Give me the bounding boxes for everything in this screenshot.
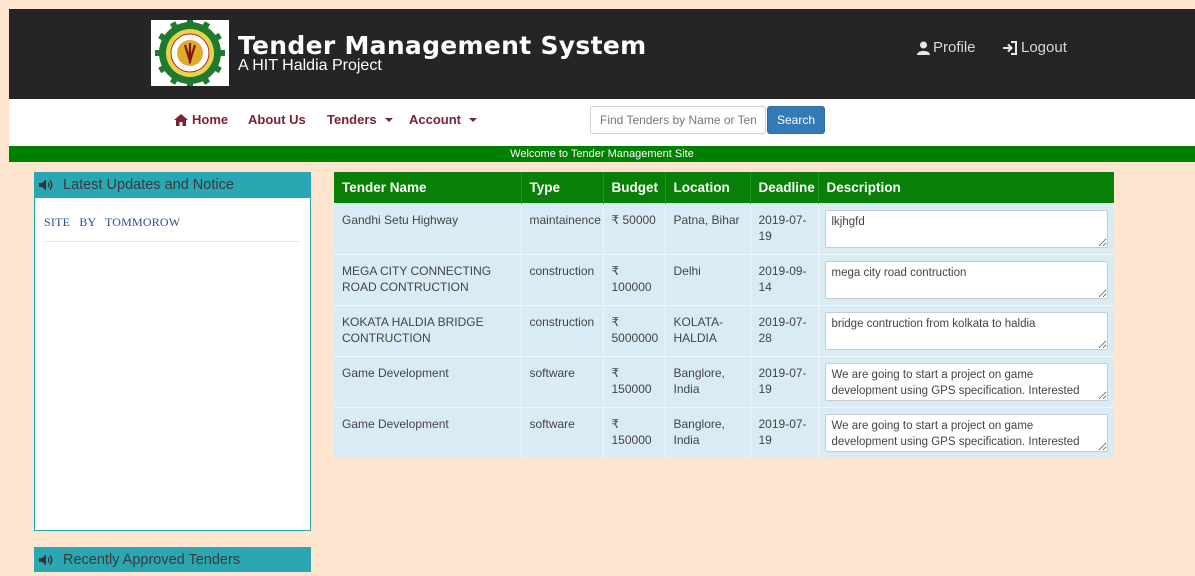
tender-location-cell: Banglore, India — [664, 355, 750, 407]
site-title: Tender Management System — [238, 31, 647, 60]
tender-name-cell: Game Development — [334, 406, 521, 458]
table-row: Gandhi Setu Highway maintainence ₹ 50000… — [334, 202, 1114, 254]
tender-budget-cell: ₹ 150000 — [602, 355, 665, 407]
tender-location-cell: Patna, Bihar — [664, 202, 750, 254]
logout-icon — [1003, 40, 1017, 55]
tender-type-cell: maintainence — [520, 202, 603, 254]
col-header-budget: Budget — [602, 172, 665, 203]
tender-deadline-cell: 2019-07-19 — [749, 406, 818, 458]
description-textarea[interactable]: mega city road contruction — [824, 260, 1108, 299]
col-header-location: Location — [664, 172, 750, 203]
tender-name-cell: KOKATA HALDIA BRIDGE CONTRUCTION — [334, 304, 521, 356]
tender-table: Tender Name Type Budget Location Deadlin… — [334, 172, 1114, 458]
updates-panel-title: Latest Updates and Notice — [63, 176, 234, 193]
tender-budget-cell: ₹ 100000 — [602, 253, 665, 305]
chevron-down-icon — [384, 117, 393, 122]
user-icon — [917, 41, 930, 55]
col-header-tender-name: Tender Name — [334, 172, 521, 203]
approved-panel-header: Recently Approved Tenders — [34, 547, 311, 572]
description-textarea[interactable]: bridge contruction from kolkata to haldi… — [824, 311, 1108, 350]
updates-panel-body: SITE BY TOMMOROW — [34, 197, 311, 531]
col-header-type: Type — [520, 172, 603, 203]
nav-tenders-dropdown[interactable]: Tenders — [327, 112, 393, 127]
nav-tenders-label: Tenders — [327, 112, 377, 127]
table-header-row: Tender Name Type Budget Location Deadlin… — [334, 172, 1114, 203]
tender-location-cell: Banglore, India — [664, 406, 750, 458]
table-row: KOKATA HALDIA BRIDGE CONTRUCTION constru… — [334, 304, 1114, 356]
tender-description-cell: bridge contruction from kolkata to haldi… — [817, 304, 1114, 356]
tender-name-cell: Game Development — [334, 355, 521, 407]
chevron-down-icon — [469, 117, 477, 122]
site-header: Tender Management System A HIT Haldia Pr… — [9, 9, 1195, 99]
updates-panel-header: Latest Updates and Notice — [34, 172, 311, 197]
description-textarea[interactable]: lkjhgfd — [824, 209, 1108, 248]
speaker-icon — [39, 179, 53, 190]
tender-description-cell: mega city road contruction — [817, 253, 1114, 305]
search-input[interactable] — [590, 106, 766, 134]
home-icon — [174, 113, 188, 126]
table-row: Game Development software ₹ 150000 Bangl… — [334, 406, 1114, 458]
tender-description-cell: We are going to start a project on game … — [817, 355, 1114, 407]
tender-name-cell: MEGA CITY CONNECTING ROAD CONTRUCTION — [334, 253, 521, 305]
site-subtitle: A HIT Haldia Project — [238, 57, 382, 74]
tender-budget-cell: ₹ 5000000 — [602, 304, 665, 356]
tender-location-cell: KOLATA-HALDIA — [664, 304, 750, 356]
nav-home-label: Home — [192, 112, 229, 127]
table-row: MEGA CITY CONNECTING ROAD CONTRUCTION co… — [334, 253, 1114, 305]
speaker-icon — [39, 554, 53, 565]
tender-deadline-cell: 2019-09-14 — [749, 253, 818, 305]
nav-account-dropdown[interactable]: Account — [409, 112, 477, 127]
tender-type-cell: construction — [520, 253, 603, 305]
tender-description-cell: We are going to start a project on game … — [817, 406, 1114, 458]
nav-about[interactable]: About Us — [248, 112, 306, 127]
logout-label: Logout — [1021, 39, 1067, 56]
col-header-deadline: Deadline — [749, 172, 818, 203]
nav-about-label: About Us — [248, 112, 306, 127]
col-header-description: Description — [817, 172, 1114, 203]
nav-account-label: Account — [409, 112, 461, 127]
tender-type-cell: software — [520, 355, 603, 407]
tender-name-cell: Gandhi Setu Highway — [334, 202, 521, 254]
description-textarea[interactable]: We are going to start a project on game … — [824, 362, 1108, 401]
approved-panel-title: Recently Approved Tenders — [63, 551, 241, 568]
profile-link[interactable]: Profile — [917, 39, 976, 56]
tender-budget-cell: ₹ 150000 — [602, 406, 665, 458]
tender-deadline-cell: 2019-07-19 — [749, 202, 818, 254]
tender-deadline-cell: 2019-07-28 — [749, 304, 818, 356]
logout-link[interactable]: Logout — [1002, 39, 1067, 56]
tender-description-cell: lkjhgfd — [817, 202, 1114, 254]
search-button[interactable]: Search — [767, 106, 825, 134]
tender-type-cell: software — [520, 406, 603, 458]
tender-type-cell: construction — [520, 304, 603, 356]
tender-location-cell: Delhi — [664, 253, 750, 305]
welcome-banner: Welcome to Tender Management Site — [9, 146, 1195, 162]
nav-home[interactable]: Home — [174, 112, 228, 127]
notice-item: SITE BY TOMMOROW — [44, 215, 301, 242]
tender-deadline-cell: 2019-07-19 — [749, 355, 818, 407]
tender-budget-cell: ₹ 50000 — [602, 202, 665, 254]
profile-label: Profile — [933, 39, 976, 56]
college-seal-logo — [151, 20, 229, 86]
main-nav: Home About Us Tenders Account Search — [9, 99, 1195, 146]
description-textarea[interactable]: We are going to start a project on game … — [824, 413, 1108, 452]
table-row: Game Development software ₹ 150000 Bangl… — [334, 355, 1114, 407]
